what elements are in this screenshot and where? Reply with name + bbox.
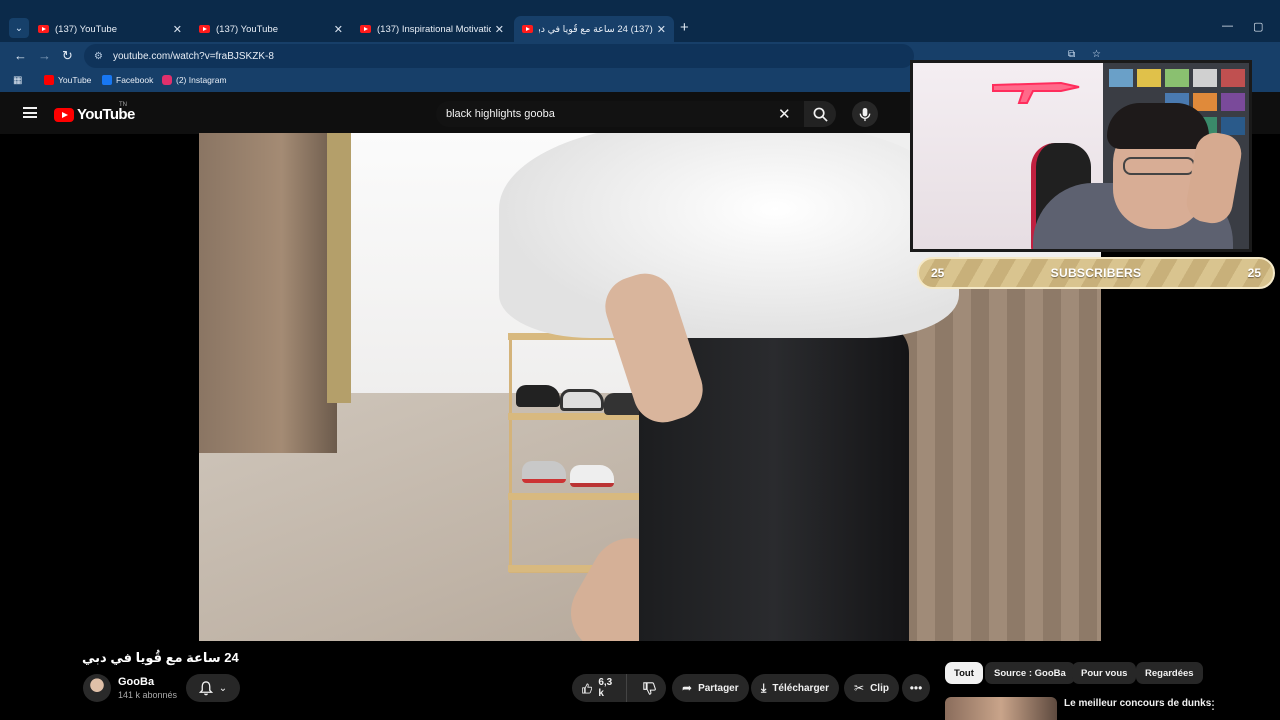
back-arrow-icon[interactable]: ← [14,48,27,63]
share-button[interactable]: ➦ Partager [672,674,749,702]
video-frame-doorframe [327,133,351,403]
search-button[interactable] [804,101,836,127]
bookmark-youtube[interactable]: YouTube [44,75,91,85]
browser-tab[interactable]: (137) YouTube ✕ [191,16,351,42]
share-label: Partager [698,682,739,694]
clip-label: Clip [870,682,889,694]
bookmark-instagram[interactable]: (2) Instagram [162,75,227,85]
like-dislike-group: 6,3 k [572,674,666,702]
thumbs-up-icon [582,683,593,693]
video-frame-shirt [499,133,959,338]
bookmark-facebook[interactable]: Facebook [102,75,153,85]
recommended-video-title[interactable]: Le meilleur concours de dunks [1064,698,1211,709]
url-text: youtube.com/watch?v=fraBJSKZK-8 [112,50,274,62]
share-arrow-icon: ➦ [682,681,693,695]
youtube-play-logo-icon [54,107,74,122]
chip-for-you[interactable]: Pour vous [1072,662,1137,684]
search-icon [813,107,828,122]
youtube-favicon-icon [38,25,49,33]
search-input[interactable] [446,108,804,120]
video-title: 24 ساعة مع قُويا في دبي [82,650,239,665]
channel-subscriber-count: 141 k abonnés [118,690,178,700]
chevron-down-icon: ⌄ [218,682,228,694]
streamer-hair [1107,103,1209,149]
youtube-favicon-icon [522,25,533,33]
channel-avatar[interactable] [83,674,111,702]
thumbs-down-icon [643,681,656,695]
video-frame-floor-right [899,283,1101,641]
subscriber-count-left: 25 [931,266,945,280]
chip-source-gooba[interactable]: Source : GooBa [985,662,1075,684]
subscriber-goal-bar: 25 SUBSCRIBERS 25 [917,257,1275,289]
menu-hamburger-icon[interactable] [23,107,37,118]
video-frame-door [199,133,337,453]
tab-close-icon[interactable]: ✕ [657,23,666,36]
tab-title: (137) 24 ساعة مع قُويا في دبي - [539,23,653,35]
download-label: Télécharger [772,682,830,694]
tab-title: (137) Inspirational Motivationa [377,23,491,35]
more-actions-icon[interactable]: ••• [902,674,930,702]
forward-arrow-icon[interactable]: → [38,48,51,63]
tab-search-button[interactable]: ⌄ [9,18,29,38]
clip-button[interactable]: ✂ Clip [844,674,899,702]
download-icon: ⤓ [761,680,767,695]
bookmark-label: Facebook [116,75,154,85]
scissors-icon: ✂ [854,681,865,695]
dislike-button[interactable] [633,674,666,702]
apps-grid-icon[interactable]: ▦ [13,75,22,86]
youtube-logo[interactable]: YouTube TN [54,102,135,123]
youtube-wordmark: YouTube [77,106,135,123]
country-code: TN [119,102,127,108]
tab-title: (137) YouTube [216,23,278,35]
subscriber-goal-label: SUBSCRIBERS [1050,266,1142,280]
microphone-icon [859,107,871,121]
download-button[interactable]: ⤓ Télécharger [751,674,840,702]
tab-close-icon[interactable]: ✕ [495,23,504,36]
voice-search-button[interactable] [852,101,878,127]
facebook-bookmark-icon [102,75,112,85]
vertical-dots-icon[interactable]: ⋮ [1207,698,1219,712]
address-bar[interactable]: ⚙ youtube.com/watch?v=fraBJSKZK-8 [84,44,914,68]
neon-rifle-sign [992,81,1080,104]
browser-tab-bar: ⌄ (137) YouTube ✕ (137) YouTube ✕ (137) … [0,0,1280,42]
install-app-icon[interactable]: ⧉ [1068,49,1075,60]
youtube-favicon-icon [360,25,371,33]
tab-title: (137) YouTube [55,23,117,35]
like-button[interactable]: 6,3 k [572,674,628,702]
bell-icon [198,680,213,695]
clear-search-icon[interactable]: ✕ [778,105,791,123]
bookmark-star-icon[interactable]: ☆ [1092,49,1101,60]
browser-tab-active[interactable]: (137) 24 ساعة مع قُويا في دبي - ✕ [514,16,674,42]
maximize-window-icon[interactable]: ▢ [1253,20,1263,33]
youtube-favicon-icon [199,25,210,33]
chip-all[interactable]: Tout [945,662,983,684]
browser-tab[interactable]: (137) YouTube ✕ [30,16,190,42]
channel-name[interactable]: GooBa [118,676,154,688]
subscriber-count-right: 25 [1247,266,1261,280]
search-box [436,101,804,127]
youtube-bookmark-icon [44,75,54,85]
subscribed-notifications-button[interactable]: ⌄ [186,674,240,702]
site-settings-icon[interactable]: ⚙ [94,51,103,62]
recommended-video-thumbnail[interactable] [945,697,1057,720]
tab-close-icon[interactable]: ✕ [334,23,343,36]
minimize-window-icon[interactable]: — [1222,20,1233,32]
chip-watched[interactable]: Regardées [1136,662,1203,684]
like-count: 6,3 k [598,677,613,699]
bookmark-label: (2) Instagram [176,75,227,85]
browser-tab[interactable]: (137) Inspirational Motivationa ✕ [352,16,512,42]
tab-close-icon[interactable]: ✕ [173,23,182,36]
webcam-overlay [910,60,1252,252]
new-tab-plus-icon[interactable]: + [680,19,689,36]
instagram-bookmark-icon [162,75,172,85]
reload-icon[interactable]: ↻ [62,48,73,64]
streamer-glasses [1123,157,1195,175]
bookmark-label: YouTube [58,75,92,85]
